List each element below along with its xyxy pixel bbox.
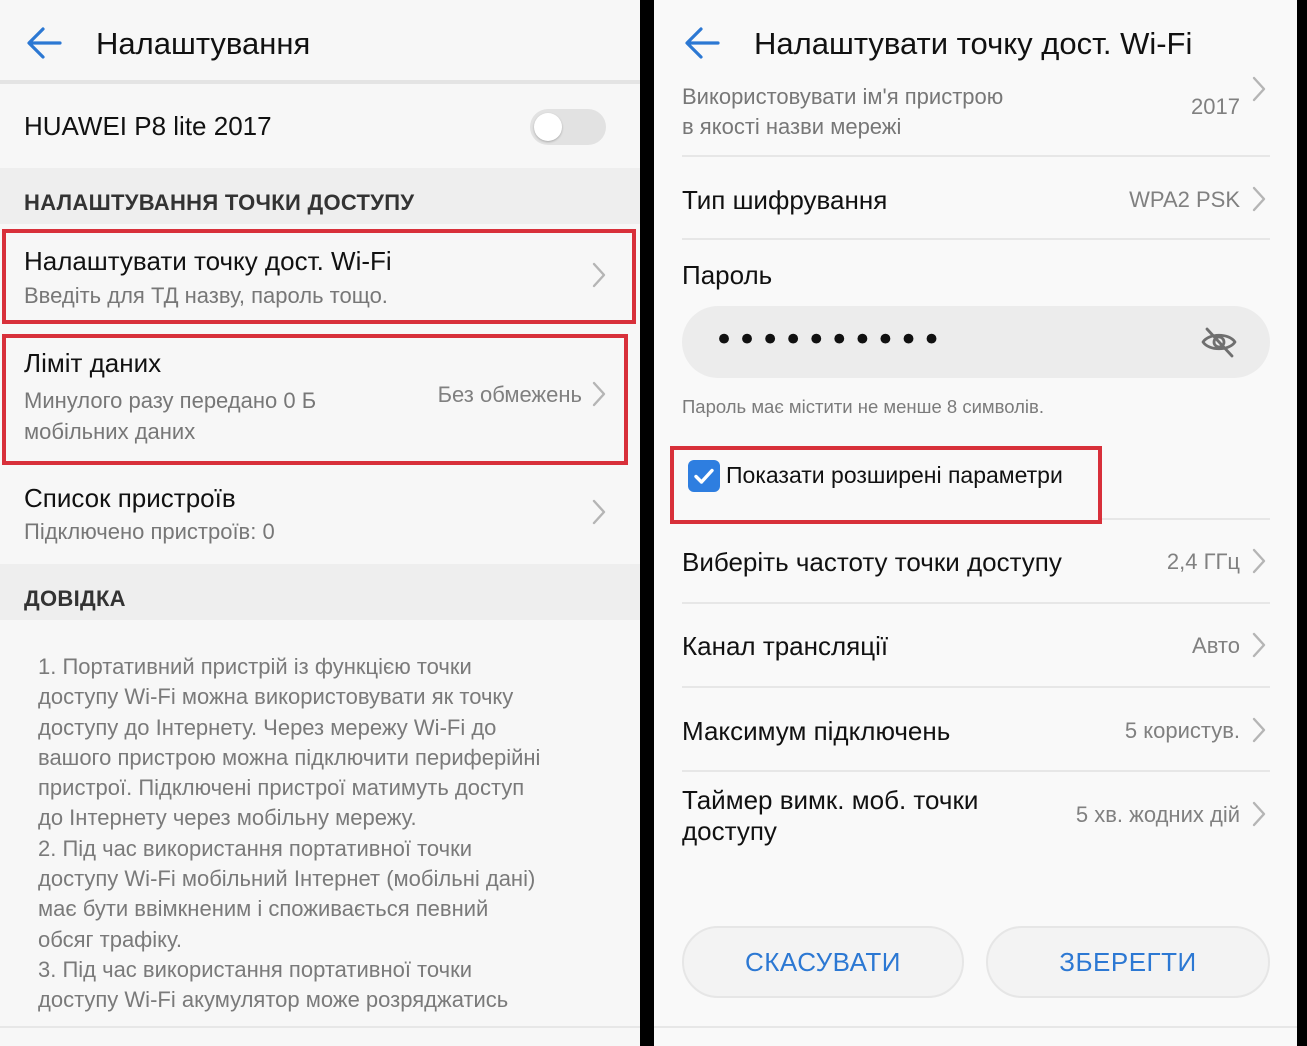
- help-line: до Інтернету через мобільну мережу.: [38, 805, 417, 831]
- save-button[interactable]: ЗБЕРЕГТИ: [986, 926, 1270, 998]
- header-divider: [0, 80, 640, 84]
- help-line: обсяг трафіку.: [38, 926, 182, 952]
- encryption-value: WPA2 PSK: [1129, 187, 1240, 212]
- password-hint: Пароль має містити не менше 8 символів.: [682, 396, 1044, 417]
- channel-value: Авто: [1192, 633, 1240, 658]
- hotspot-config-panel: Налаштувати точку дост. Wi-Fi Використов…: [654, 0, 1297, 1046]
- hotspot-toggle[interactable]: [530, 109, 606, 145]
- chevron-right-icon: [1252, 186, 1266, 212]
- frequency-label: Виберіть частоту точки доступу: [682, 547, 1062, 577]
- channel-label: Канал трансляції: [682, 631, 889, 661]
- password-value: ••••••••••: [714, 320, 945, 360]
- back-arrow-icon[interactable]: [26, 26, 62, 60]
- cancel-button[interactable]: СКАСУВАТИ: [682, 926, 964, 998]
- highlight-frame: [2, 229, 636, 324]
- timer-label-2: доступу: [682, 816, 777, 846]
- highlight-frame: [670, 446, 1102, 524]
- max-connections-label: Максимум підключень: [682, 716, 951, 746]
- section-help: ДОВІДКА: [24, 586, 126, 611]
- encryption-item[interactable]: Тип шифрування WPA2 PSK: [654, 158, 1297, 238]
- chevron-right-icon: [1252, 717, 1266, 743]
- settings-panel: Налаштування HUAWEI P8 lite 2017 НАЛАШТУ…: [0, 0, 640, 1046]
- eye-off-icon[interactable]: [1200, 324, 1238, 360]
- frequency-item[interactable]: Виберіть частоту точки доступу 2,4 ГГц: [654, 520, 1297, 602]
- bottom-divider: [0, 1026, 640, 1028]
- password-field[interactable]: ••••••••••: [682, 306, 1270, 378]
- page-title: Налаштувати точку дост. Wi-Fi: [754, 26, 1193, 61]
- chevron-right-icon: [1252, 548, 1266, 574]
- help-line: 3. Під час використання портативної точк…: [38, 956, 473, 982]
- max-connections-item[interactable]: Максимум підключень 5 користув.: [654, 688, 1297, 770]
- chevron-right-icon: [592, 499, 606, 525]
- chevron-right-icon: [1252, 801, 1266, 827]
- page-title: Налаштування: [96, 26, 311, 61]
- frequency-value: 2,4 ГГц: [1166, 549, 1240, 574]
- help-line: вашого пристрою можна підключити перифер…: [38, 744, 541, 770]
- password-label: Пароль: [682, 260, 773, 290]
- bottom-divider: [654, 1026, 1297, 1028]
- max-connections-value: 5 користув.: [1124, 718, 1240, 743]
- timer-label-1: Таймер вимк. моб. точки: [682, 785, 979, 815]
- device-list-title: Список пристроїв: [24, 483, 236, 513]
- help-line: доступу Wi-Fi можна використовувати як т…: [38, 684, 514, 710]
- channel-item[interactable]: Канал трансляції Авто: [654, 604, 1297, 686]
- timer-value: 5 хв. жодних дій: [1075, 802, 1240, 827]
- toggle-knob: [534, 113, 562, 141]
- chevron-right-icon: [1252, 632, 1266, 658]
- help-line: 2. Під час використання портативної точк…: [38, 835, 473, 861]
- help-text: 1. Портативний пристрій із функцією точк…: [38, 652, 608, 1016]
- network-name-line2: в якості назви мережі: [682, 114, 902, 139]
- device-list-item[interactable]: Список пристроїв Підключено пристроїв: 0: [0, 472, 640, 562]
- device-name: HUAWEI P8 lite 2017: [24, 111, 272, 141]
- network-name-line1: Використовувати ім'я пристрою: [682, 84, 1004, 109]
- help-line: доступу до Інтернету. Через мережу Wi-Fi…: [38, 714, 497, 740]
- network-name-value: 2017: [1191, 94, 1240, 119]
- encryption-label: Тип шифрування: [682, 185, 888, 215]
- row-divider: [682, 155, 1270, 157]
- help-line: доступу Wi-Fi мобільний Інтернет (мобіль…: [38, 866, 536, 892]
- help-line: має бути ввімкненим і споживається певни…: [38, 896, 489, 922]
- chevron-right-icon: [1252, 76, 1266, 102]
- back-arrow-icon[interactable]: [684, 26, 720, 60]
- highlight-frame: [2, 334, 628, 465]
- device-list-subtitle: Підключено пристроїв: 0: [24, 519, 275, 544]
- section-hotspot-settings: НАЛАШТУВАННЯ ТОЧКИ ДОСТУПУ: [24, 190, 415, 215]
- help-line: доступу Wi-Fi акумулятор може розряджати…: [38, 987, 509, 1013]
- help-line: пристрої. Підключені пристрої матимуть д…: [38, 775, 525, 801]
- help-line: 1. Портативний пристрій із функцією точк…: [38, 654, 472, 679]
- network-name-item[interactable]: Використовувати ім'я пристрою в якості н…: [654, 76, 1297, 156]
- timer-item[interactable]: Таймер вимк. моб. точки доступу 5 хв. жо…: [654, 772, 1297, 862]
- row-divider: [682, 238, 1270, 240]
